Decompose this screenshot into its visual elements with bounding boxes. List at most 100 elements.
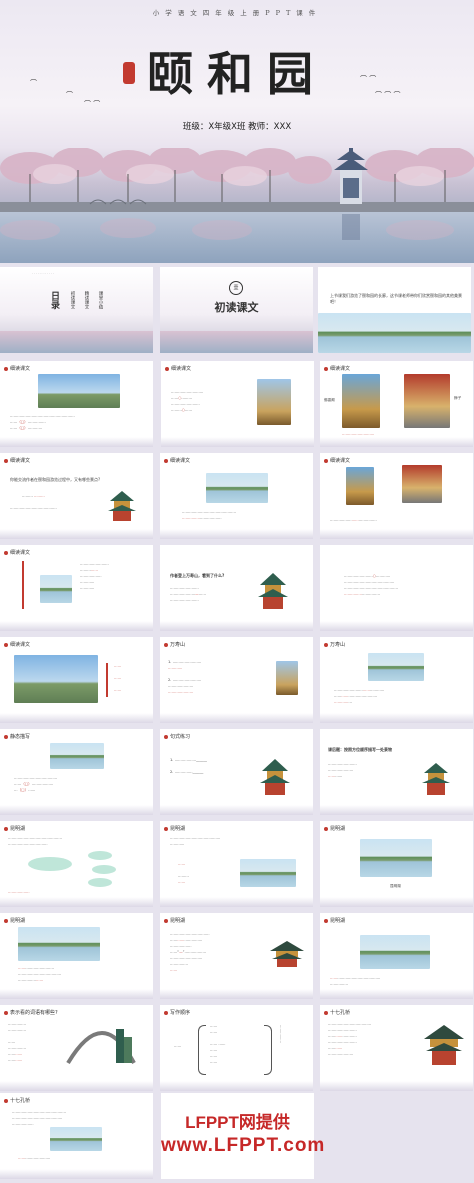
contents-item[interactable]: 精读课文 bbox=[83, 291, 89, 309]
slide-wanshoushan-1[interactable]: 万寿山 1. ……………………………… 2. ………………………………………………… bbox=[160, 637, 313, 723]
bullet-dot-icon bbox=[324, 826, 328, 831]
slide-writing-order[interactable]: 写作顺序 …… ……………… …………………… …………… bbox=[160, 1005, 313, 1091]
brand-line-1: LFPPT网提供 bbox=[185, 1113, 290, 1132]
contents-title: 日录 bbox=[49, 291, 59, 309]
hero-subtitle: 班级：X年级X班 教师：XXX bbox=[182, 122, 292, 132]
slide-heading: 昆明湖 bbox=[10, 918, 26, 924]
bullet-dot-icon bbox=[324, 642, 328, 647]
slide-kunming-3[interactable]: 昆明湖 昆明湖 bbox=[320, 821, 473, 907]
slide-read-7[interactable]: 细读课文 ……………………………………………………………………… bbox=[0, 545, 153, 631]
slide-read-8[interactable]: 作者登上万寿山，看到了什么? …………………… …………………—………………………… bbox=[160, 545, 313, 631]
slide-heading: 细读课文 bbox=[330, 366, 351, 372]
section-number-badge: 壹 bbox=[229, 281, 243, 295]
slide-kunming-2[interactable]: 昆明湖 ……………………………………………… ………………… bbox=[160, 821, 313, 907]
slide-contents[interactable]: · · · · · · · · · · · · 日录 初读课文 精读课文 课堂小… bbox=[0, 267, 153, 353]
slide-read-10[interactable]: 细读课文 ……………… bbox=[0, 637, 153, 723]
foxiangge-photo bbox=[342, 374, 380, 428]
up-arrow-icon bbox=[106, 663, 108, 697]
slide-static[interactable]: 静态描写 ……………………………… ……（□）……………… …（□）…… bbox=[0, 729, 153, 815]
foxiangge-photo bbox=[38, 374, 120, 408]
bullet-dot-icon bbox=[164, 918, 168, 923]
intro-text: 上节课我们游览了颐和园的长廊，这节课老师带你们欣赏颐和园的其他美景吧！ bbox=[330, 293, 462, 304]
lake-photo bbox=[318, 313, 471, 353]
tower-photo bbox=[40, 575, 72, 603]
slide-read-3[interactable]: 细读课文 佛香阁 狮子 ……………………… bbox=[320, 361, 473, 447]
slide-section-title[interactable]: 壹 初读课文 bbox=[160, 267, 313, 353]
slide-intro[interactable]: 上节课我们游览了颐和园的长廊，这节课老师带你们欣赏颐和园的其他美景吧！ bbox=[318, 267, 471, 353]
pavilion-icon bbox=[108, 491, 136, 521]
bullet-dot-icon bbox=[324, 366, 328, 371]
contents-item[interactable]: 初读课文 bbox=[69, 291, 75, 309]
bird-icon: ⌒ ⌒ bbox=[360, 75, 377, 83]
slide-wanshoushan-2[interactable]: 万寿山 ………………………………………………………………………………… bbox=[320, 637, 473, 723]
slide-heading: 细读课文 bbox=[10, 642, 31, 648]
pavilion-icon bbox=[258, 573, 288, 609]
slide-heading: 细读课文 bbox=[10, 366, 31, 372]
bullet-dot-icon bbox=[4, 550, 8, 555]
bullet-dot-icon bbox=[4, 366, 8, 371]
slide-kunming-6[interactable]: 昆明湖 ………………………………………………… bbox=[320, 913, 473, 999]
down-arrow-icon bbox=[22, 561, 24, 609]
bullet-dot-icon bbox=[164, 458, 168, 463]
slide-heading: 句式练习 bbox=[170, 734, 191, 740]
bullet-dot-icon bbox=[164, 826, 168, 831]
slide-kunming-1[interactable]: 昆明湖 …………………………………………………………………… ……………… bbox=[0, 821, 153, 907]
slide-heading: 昆明湖 bbox=[330, 918, 346, 924]
slide-heading: 万寿山 bbox=[170, 642, 186, 648]
slide-exercise[interactable]: 课后题：按照方位顺序描写一处景物 ………………………………………………… bbox=[320, 729, 473, 815]
slide-heading: 万寿山 bbox=[330, 642, 346, 648]
slide-heading: 十七孔桥 bbox=[330, 1010, 351, 1016]
mindmap-node bbox=[88, 878, 112, 887]
slide-bridge-2[interactable]: 十七孔桥 ……………………………………………………………………………………………… bbox=[0, 1093, 153, 1179]
bullet-dot-icon bbox=[4, 1098, 8, 1103]
label-shizi: 狮子 bbox=[454, 396, 462, 400]
pavilion-icon bbox=[260, 759, 290, 795]
kunming-lake-photo bbox=[360, 935, 430, 969]
bullet-dot-icon bbox=[4, 734, 8, 739]
kunming-lake-photo bbox=[18, 927, 100, 961]
slide-heading: 写作顺序 bbox=[170, 1010, 191, 1016]
slide-kunming-4[interactable]: 昆明湖 …………………………………………………………………………… bbox=[0, 913, 153, 999]
pavilion-icon bbox=[270, 941, 304, 967]
slide-heading: 昆明湖 bbox=[330, 826, 346, 832]
gate-photo bbox=[402, 465, 442, 503]
slide-kunming-5[interactable]: 昆明湖 …………………………………………………………………… ……“—”……………… bbox=[160, 913, 313, 999]
kunming-lake-photo bbox=[360, 839, 432, 877]
hero-cover-slide[interactable]: 小学语文四年级上册PPT课件 颐和园 班级：X年级X班 教师：XXX ⌒ ⌒ ⌒… bbox=[0, 0, 474, 263]
foxiangge-photo bbox=[14, 655, 98, 703]
brand-line-2: www.LFPPT.com bbox=[161, 1135, 326, 1156]
foxiangge-photo bbox=[346, 467, 374, 505]
slide-read-2[interactable]: 细读课文 ……………………… ……○…………………………… ………○…… bbox=[161, 361, 314, 447]
slide-heading: 细读课文 bbox=[330, 458, 351, 464]
slide-view-words[interactable]: 表示看的词语有哪些? ………………………………………………………………… bbox=[0, 1005, 153, 1091]
contents-item[interactable]: 课堂小结 bbox=[97, 291, 103, 309]
brace-icon bbox=[264, 1025, 272, 1075]
mindmap-node bbox=[88, 851, 112, 860]
slide-read-4[interactable]: 细读课文 你能交流作者在颐和园游览过程中，又有哪些景点? ……… ……… ………… bbox=[0, 453, 153, 539]
brand-watermark-tile: LFPPT网提供 www.LFPPT.com bbox=[161, 1093, 326, 1179]
kunming-lake-photo bbox=[50, 743, 104, 769]
slide-read-6[interactable]: 细读课文 ………………………………… bbox=[320, 453, 473, 539]
section-title: 初读课文 bbox=[214, 301, 259, 314]
slide-read-5[interactable]: 细读课文 …………………………………………………………………… bbox=[160, 453, 313, 539]
slide-bridge-1[interactable]: 十七孔桥 ……………………………………………………………………………………………… bbox=[320, 1005, 473, 1091]
bullet-dot-icon bbox=[164, 642, 168, 647]
slide-read-9[interactable]: ……………………○…………………………………………………………………………………… bbox=[320, 545, 473, 631]
bullet-dot-icon bbox=[164, 734, 168, 739]
question-text: 课后题：按照方位顺序描写一处景物 bbox=[328, 747, 392, 752]
slide-sentence[interactable]: 句式练习 1. ………………______ 2. ……………______ bbox=[160, 729, 313, 815]
slide-read-1[interactable]: 细读课文 ……………………………………………… ……（□）…………… ……（□）……… bbox=[0, 361, 153, 447]
bullet-dot-icon bbox=[4, 458, 8, 463]
slide-heading: 十七孔桥 bbox=[10, 1098, 31, 1104]
bridge-icon bbox=[66, 1029, 136, 1065]
brace-icon bbox=[198, 1025, 206, 1075]
slide-heading: 细读课文 bbox=[10, 550, 31, 556]
bullet-dot-icon bbox=[165, 366, 169, 371]
slide-heading: 昆明湖 bbox=[170, 918, 186, 924]
tower-photo bbox=[276, 661, 298, 695]
bird-icon: ⌒ ⌒ bbox=[84, 100, 101, 108]
bullet-dot-icon bbox=[324, 918, 328, 923]
photo-caption: 昆明湖 bbox=[390, 884, 401, 888]
question-text: 作者登上万寿山，看到了什么? bbox=[170, 573, 225, 578]
longcorridor-photo bbox=[206, 473, 268, 503]
